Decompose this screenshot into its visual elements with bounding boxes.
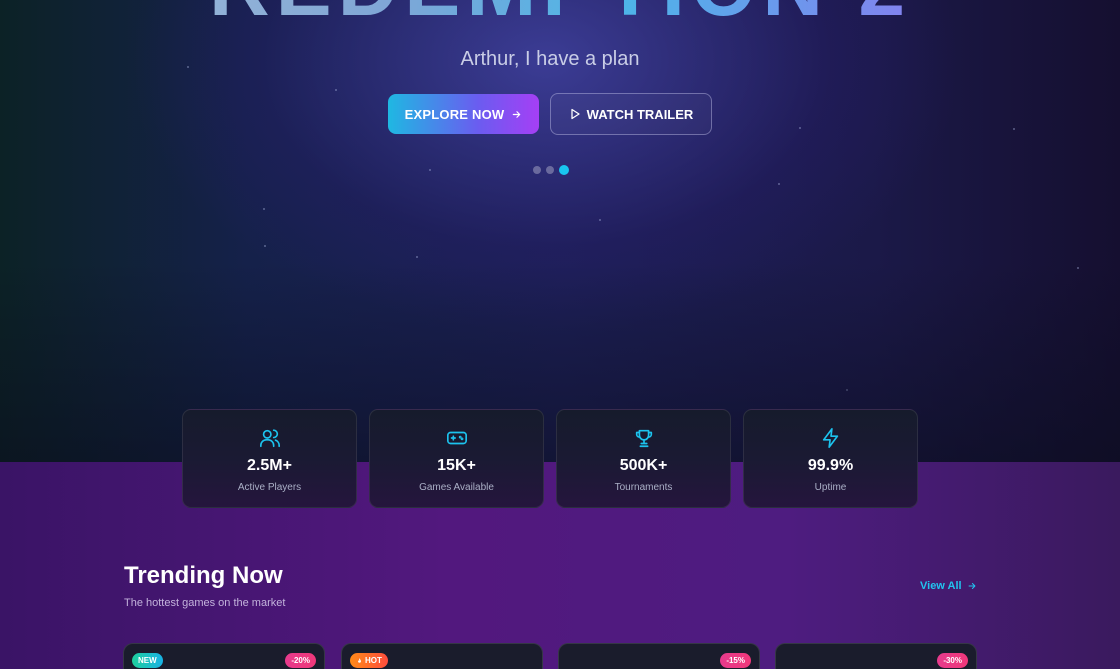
- trophy-icon: [635, 429, 652, 448]
- explore-now-label: EXPLORE NOW: [404, 106, 505, 122]
- game-card[interactable]: -30%: [775, 643, 977, 669]
- section-subtitle: The hottest games on the market: [124, 597, 286, 609]
- play-icon: [571, 108, 580, 120]
- view-all-label: View All: [920, 580, 962, 592]
- stat-value: 500K+: [619, 457, 668, 474]
- arrow-right-icon: [513, 110, 521, 118]
- slide-dot[interactable]: [533, 166, 541, 174]
- stat-card-players: 2.5M+ Active Players: [182, 409, 357, 508]
- discount-badge: -15%: [720, 653, 751, 668]
- arrow-right-icon: [968, 582, 976, 590]
- game-card[interactable]: NEW -20%: [123, 643, 325, 669]
- slide-dot-active[interactable]: [559, 165, 569, 175]
- fire-icon: [358, 657, 361, 663]
- discount-badge: -20%: [285, 653, 316, 668]
- lightning-icon: [822, 428, 838, 448]
- stat-label: Active Players: [237, 482, 302, 493]
- game-card[interactable]: -15%: [558, 643, 760, 669]
- new-badge: NEW: [132, 653, 163, 668]
- view-all-link[interactable]: View All: [920, 580, 977, 592]
- explore-now-button[interactable]: EXPLORE NOW: [388, 94, 539, 134]
- hero-title: REDEMPTION 2: [0, 0, 1120, 35]
- users-icon: [259, 429, 280, 448]
- watch-trailer-label: WATCH TRAILER: [586, 106, 694, 122]
- slide-indicator: [533, 165, 569, 175]
- stat-value: 99.9%: [807, 457, 854, 474]
- discount-badge: -30%: [937, 653, 968, 668]
- stat-label: Games Available: [419, 482, 494, 493]
- slide-dot[interactable]: [546, 166, 554, 174]
- hero-section: REDEMPTION 2 Arthur, I have a plan EXPLO…: [0, 0, 1120, 462]
- stat-label: Tournaments: [614, 482, 673, 493]
- stats-row: 2.5M+ Active Players 15K+ Games Availabl…: [182, 409, 918, 508]
- stat-label: Uptime: [814, 482, 847, 493]
- stat-value: 2.5M+: [247, 457, 292, 474]
- stat-card-uptime: 99.9% Uptime: [743, 409, 918, 508]
- hero-subtitle: Arthur, I have a plan: [460, 48, 640, 70]
- hot-badge: HOT: [350, 653, 388, 668]
- hot-badge-label: HOT: [365, 655, 382, 665]
- stat-card-games: 15K+ Games Available: [369, 409, 544, 508]
- section-title: Trending Now: [124, 562, 283, 589]
- gamepad-icon: [446, 431, 467, 445]
- stat-card-tournaments: 500K+ Tournaments: [556, 409, 731, 508]
- game-card[interactable]: HOT: [341, 643, 543, 669]
- watch-trailer-button[interactable]: WATCH TRAILER: [550, 93, 712, 135]
- stat-value: 15K+: [437, 457, 476, 474]
